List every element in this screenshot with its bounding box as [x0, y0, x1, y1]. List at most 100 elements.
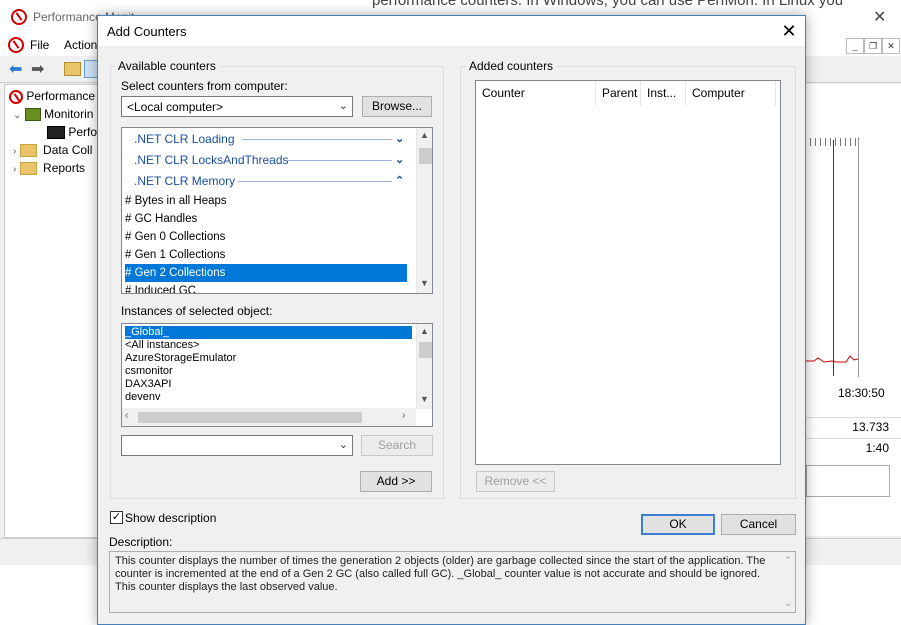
cancel-button[interactable]: Cancel: [721, 514, 796, 535]
collapsed-chevron-icon[interactable]: ›: [13, 164, 16, 175]
show-description-checkbox[interactable]: ✓: [110, 511, 123, 524]
instances-hscrollbar[interactable]: ‹ ›: [122, 408, 416, 426]
graph-top-ticks: [806, 138, 858, 146]
show-description-label[interactable]: Show description: [125, 511, 216, 525]
tree-perfmon-label: Perfo: [68, 125, 98, 139]
ok-button[interactable]: OK: [641, 514, 715, 535]
scroll-thumb[interactable]: [419, 148, 432, 164]
tree-monitoring-label: Monitorin: [44, 107, 94, 121]
object-item-net-clr-locksandthreads[interactable]: .NET CLR LocksAndThreads ⌄: [134, 151, 414, 169]
forward-arrow-icon[interactable]: ➡: [31, 59, 44, 79]
scroll-down-icon[interactable]: ▼: [417, 278, 432, 288]
tree-reports[interactable]: › Reports: [13, 161, 85, 176]
object-label: .NET CLR Loading: [134, 132, 235, 146]
reports-folder-icon: [19, 162, 37, 176]
mdi-minimize-icon[interactable]: _: [846, 38, 864, 54]
instance-item[interactable]: devenv: [125, 391, 160, 404]
column-header-computer[interactable]: Computer: [686, 81, 776, 106]
instances-vscrollbar[interactable]: ▲ ▼: [416, 324, 432, 409]
dialog-close-icon[interactable]: ✕: [778, 20, 800, 42]
tree-performance-monitor[interactable]: Perfo: [47, 125, 98, 140]
background-page-text: performance counters. In Windows, you ca…: [372, 0, 844, 9]
description-label: Description:: [109, 535, 173, 549]
counters-listbox[interactable]: .NET CLR Loading ⌄ .NET CLR LocksAndThre…: [121, 127, 433, 294]
column-header-counter[interactable]: Counter: [476, 81, 596, 106]
instance-item[interactable]: <All instances>: [125, 339, 200, 352]
stat-row: 13.733: [806, 417, 901, 436]
counter-legend-box: [806, 465, 890, 497]
stat-duration-value: 1:40: [865, 441, 889, 455]
object-label: .NET CLR Memory: [134, 174, 236, 188]
expand-chevron-down-icon[interactable]: ⌄: [395, 130, 404, 148]
add-counters-dialog: Add Counters ✕ Available counters Select…: [97, 15, 806, 625]
counter-item-selected[interactable]: # Gen 2 Collections: [125, 264, 407, 282]
collapsed-chevron-icon[interactable]: ›: [13, 146, 16, 157]
computer-value: <Local computer>: [127, 100, 224, 114]
scroll-right-icon[interactable]: ›: [402, 410, 405, 421]
counters-scrollbar[interactable]: ▲ ▼: [416, 128, 432, 293]
added-counters-label: Added counters: [466, 59, 557, 73]
browse-button[interactable]: Browse...: [362, 96, 432, 117]
counter-item[interactable]: # Gen 1 Collections: [125, 246, 225, 264]
divider: [238, 181, 392, 182]
graph-time-label: 18:30:50: [838, 386, 885, 400]
added-counters-list[interactable]: Counter Parent Inst... Computer: [475, 80, 781, 465]
graph-time-bar: [833, 140, 834, 376]
column-header-instance[interactable]: Inst...: [641, 81, 686, 106]
back-arrow-icon[interactable]: ⬅: [9, 59, 22, 79]
scroll-down-icon[interactable]: ⌄: [784, 597, 792, 610]
select-computer-label: Select counters from computer:: [121, 79, 288, 93]
background-close-icon[interactable]: ✕: [873, 7, 886, 27]
instance-item[interactable]: AzureStorageEmulator: [125, 352, 236, 365]
instance-item-selected[interactable]: _Global_: [125, 326, 412, 339]
add-button[interactable]: Add >>: [360, 471, 432, 492]
folder-icon: [19, 144, 37, 158]
counter-item[interactable]: # Induced GC: [125, 282, 196, 293]
scroll-thumb[interactable]: [419, 342, 432, 358]
scroll-thumb[interactable]: [138, 412, 362, 423]
column-header-parent[interactable]: Parent: [596, 81, 641, 106]
scroll-up-icon[interactable]: ▲: [417, 130, 432, 140]
performance-tree-icon: [9, 89, 23, 104]
instance-item[interactable]: DAX3API: [125, 378, 171, 391]
scroll-up-icon[interactable]: ▲: [417, 326, 432, 336]
mdi-restore-icon[interactable]: ❐: [864, 38, 882, 54]
tree-monitoring-tools[interactable]: ⌄ Monitorin: [13, 107, 94, 122]
search-combobox[interactable]: ⌄: [121, 435, 353, 456]
tree-data-collector-sets[interactable]: › Data Coll: [13, 143, 93, 158]
up-folder-icon[interactable]: [64, 62, 81, 76]
chevron-down-icon[interactable]: ⌄: [339, 99, 348, 112]
object-item-net-clr-loading[interactable]: .NET CLR Loading ⌄: [134, 130, 414, 148]
computer-combobox[interactable]: <Local computer> ⌄: [121, 96, 353, 117]
search-button[interactable]: Search: [361, 435, 433, 456]
stat-last-value: 13.733: [852, 420, 889, 434]
tree-data-collector-label: Data Coll: [43, 143, 93, 157]
collapse-chevron-up-icon[interactable]: ⌃: [395, 172, 404, 190]
mdi-close-icon[interactable]: ✕: [882, 38, 900, 54]
performance-monitor-icon: [11, 9, 27, 25]
scroll-up-icon[interactable]: ⌃: [784, 554, 792, 567]
expanded-chevron-icon[interactable]: ⌄: [13, 110, 21, 121]
menu-action[interactable]: Action: [64, 38, 97, 52]
instance-item[interactable]: csmonitor: [125, 365, 173, 378]
counter-item[interactable]: # Bytes in all Heaps: [125, 192, 227, 210]
remove-button[interactable]: Remove <<: [476, 471, 555, 492]
tree-root-label: Performance: [26, 89, 96, 103]
monitoring-tools-icon: [24, 108, 41, 122]
scroll-left-icon[interactable]: ‹: [125, 410, 128, 421]
expand-chevron-down-icon[interactable]: ⌄: [395, 151, 404, 169]
divider: [286, 160, 392, 161]
scroll-down-icon[interactable]: ▼: [417, 394, 432, 404]
instances-listbox[interactable]: _Global_ <All instances> AzureStorageEmu…: [121, 323, 433, 427]
object-item-net-clr-memory[interactable]: .NET CLR Memory ⌃: [134, 172, 414, 190]
object-label: .NET CLR LocksAndThreads: [134, 153, 289, 167]
chevron-down-icon[interactable]: ⌄: [339, 438, 348, 451]
stat-row: 1:40: [806, 438, 901, 457]
tree-root[interactable]: Performance: [9, 89, 95, 104]
counter-item[interactable]: # GC Handles: [125, 210, 197, 228]
perfmon-chart-icon: [47, 126, 65, 140]
counter-item[interactable]: # Gen 0 Collections: [125, 228, 225, 246]
dialog-titlebar: Add Counters ✕: [98, 16, 805, 46]
menu-file[interactable]: File: [30, 38, 49, 52]
description-box[interactable]: This counter displays the number of time…: [109, 551, 796, 613]
